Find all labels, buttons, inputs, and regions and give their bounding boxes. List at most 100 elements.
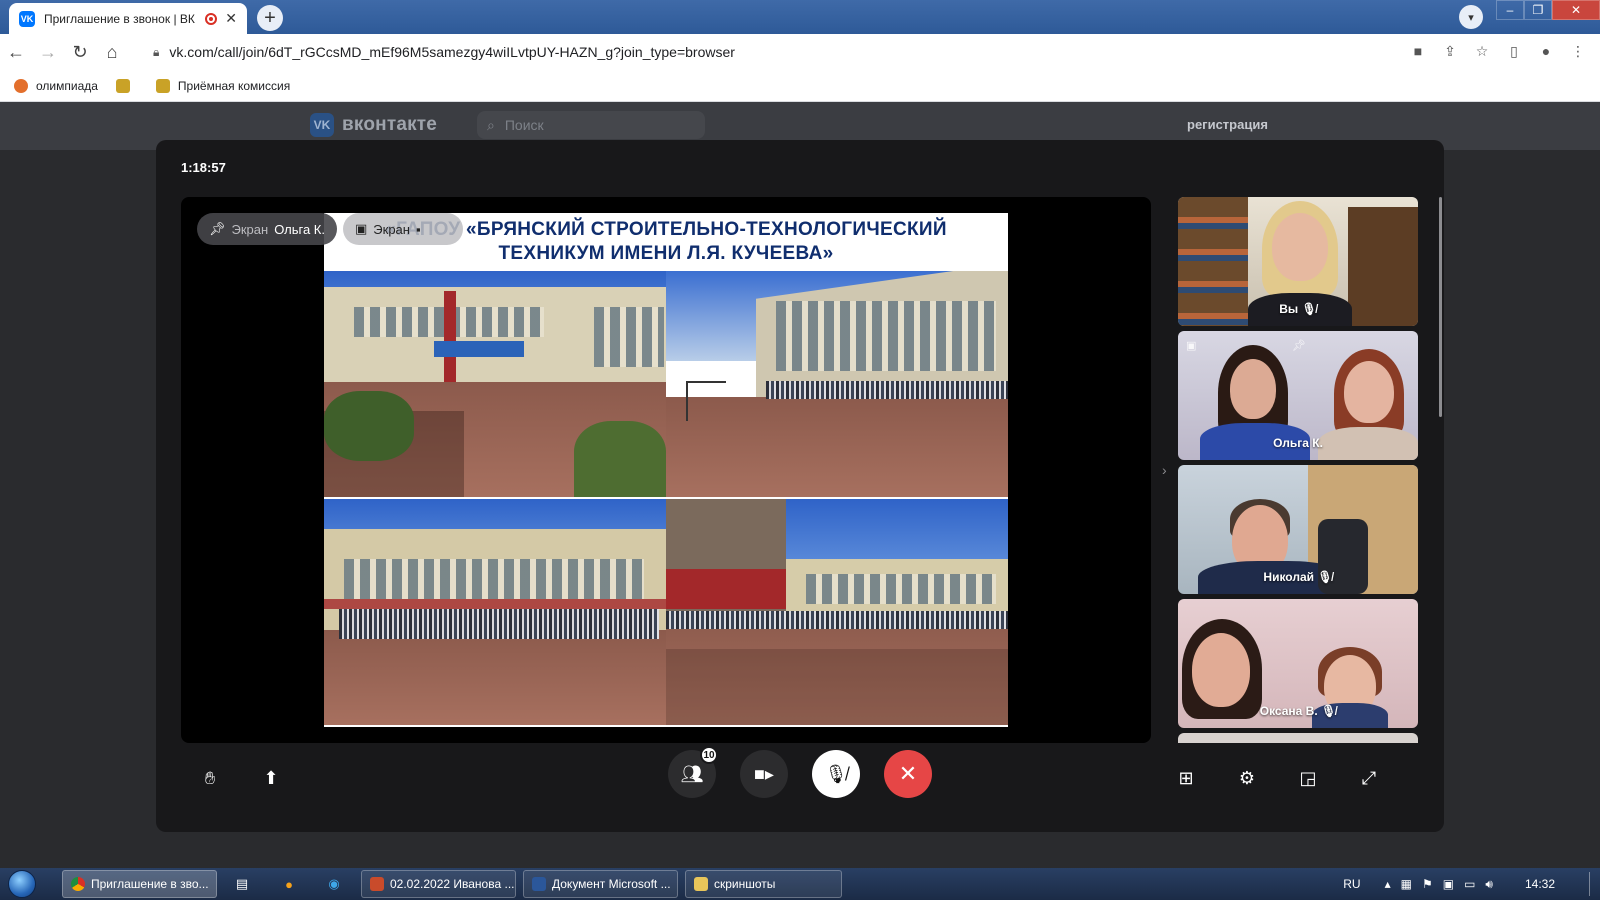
side-panel-icon[interactable]: ▯: [1502, 39, 1526, 63]
participants-scrollbar[interactable]: [1439, 197, 1442, 417]
video-camera-icon: ■▸: [754, 763, 774, 784]
new-tab-button[interactable]: +: [257, 5, 283, 31]
tray-device-icon[interactable]: ▣: [1443, 877, 1454, 891]
browser-tab[interactable]: VK Приглашение в звонок | ВК ✕: [9, 3, 247, 34]
home-button[interactable]: ⌂: [96, 36, 128, 68]
recording-icon: [205, 12, 218, 25]
vk-logo-icon: VK: [310, 113, 334, 137]
tab-title: Приглашение в звонок | ВК: [44, 11, 195, 26]
taskbar-item-powerpoint[interactable]: 02.02.2022 Иванова ...: [361, 870, 516, 898]
volume-icon[interactable]: 🔊︎: [1485, 877, 1493, 892]
upload-icon: ⬆︎: [263, 767, 279, 788]
participant-name: Ольга К.: [1273, 436, 1323, 450]
tray-expand-icon[interactable]: ▴: [1385, 877, 1391, 891]
mic-off-icon: 🎙︎̸: [1317, 570, 1333, 584]
people-icon: 👥︎: [680, 763, 704, 784]
lock-icon: 🔒︎: [153, 44, 160, 59]
hand-icon: ✋︎: [204, 767, 216, 788]
show-desktop-button[interactable]: [1589, 872, 1590, 896]
tray-app-icon[interactable]: ▦: [1401, 877, 1412, 891]
forward-button[interactable]: →: [32, 36, 64, 68]
camera-toggle-button[interactable]: ■▸: [740, 750, 788, 798]
taskbar-app-icon[interactable]: ▤: [232, 874, 252, 894]
screen-owner-chip[interactable]: 📌︎ Экран Ольга К.: [197, 213, 337, 245]
picture-in-picture-icon: ◲: [1299, 767, 1317, 788]
browser-titlebar: VK Приглашение в звонок | ВК ✕ + ▾ – ❐ ✕: [0, 0, 1600, 34]
start-button[interactable]: [0, 868, 44, 900]
toolbar-icons: ■ ⇪ ☆ ▯ ● ⋮: [1406, 39, 1590, 63]
gear-icon: ⚙︎: [1238, 767, 1256, 788]
taskbar-item-word[interactable]: Документ Microsoft ...: [523, 870, 678, 898]
fullscreen-button[interactable]: ⤢: [1345, 754, 1393, 802]
browser-toolbar: ← → ↻ ⌂ 🔒︎ vk.com/call/join/6dT_rGCcsMD_…: [0, 34, 1600, 70]
participant-tile[interactable]: Оксана В. 🎙︎̸: [1178, 599, 1418, 728]
window-controls: – ❐ ✕: [1496, 0, 1600, 20]
participant-tile[interactable]: ▣ 📌︎ Ольга К.: [1178, 331, 1418, 460]
share-icon[interactable]: ⇪: [1438, 39, 1462, 63]
emblem-icon: [115, 78, 130, 93]
screen-share-chip[interactable]: ▣ Экран ▪: [343, 213, 463, 245]
tab-close-icon[interactable]: ✕: [225, 10, 237, 27]
bookmark-olympiad[interactable]: олимпиада: [14, 78, 98, 93]
grid-layout-button[interactable]: ⊞: [1162, 754, 1210, 802]
screen-chip-prefix: Экран: [231, 221, 269, 237]
chrome-icon: [71, 877, 85, 891]
word-icon: [532, 877, 546, 891]
back-button[interactable]: ←: [0, 36, 32, 68]
taskbar-item-folder[interactable]: скриншоты: [685, 870, 842, 898]
taskbar-item-chrome[interactable]: Приглашение в зво...: [62, 870, 217, 898]
call-timer: 1:18:57: [181, 160, 226, 175]
settings-button[interactable]: ⚙︎: [1223, 754, 1271, 802]
bookmarks-bar: олимпиада Приёмная комиссия: [0, 70, 1600, 102]
system-tray: RU ▴ ▦ ⚑ ▣ ▭ 🔊︎ 14:32: [1343, 868, 1590, 900]
edge-icon[interactable]: ◉: [324, 874, 344, 894]
grid-icon: ⊞: [1178, 767, 1194, 788]
bookmark-star-icon[interactable]: ☆: [1470, 39, 1494, 63]
screen-share-icon: ▣: [1186, 340, 1197, 352]
search-placeholder: Поиск: [504, 117, 544, 133]
microphone-toggle-button[interactable]: 🎙︎̸: [812, 750, 860, 798]
vk-logo[interactable]: VK вконтакте: [310, 113, 437, 137]
tab-search-button[interactable]: ▾: [1459, 5, 1483, 29]
language-indicator[interactable]: RU: [1343, 877, 1360, 891]
windows-orb-icon: [8, 870, 36, 898]
vk-favicon-icon: VK: [19, 10, 35, 27]
slide-photo: [666, 271, 1008, 497]
menu-kebab-icon[interactable]: ⋮: [1566, 39, 1590, 63]
participant-name: Оксана В. 🎙︎̸: [1259, 704, 1337, 718]
vk-search-input[interactable]: ⌕ Поиск: [477, 111, 705, 139]
profile-avatar-icon[interactable]: ●: [1534, 39, 1558, 63]
participants-button[interactable]: 👥︎ 10: [668, 746, 718, 798]
end-call-button[interactable]: ✕: [884, 750, 932, 798]
powerpoint-icon: [370, 877, 384, 891]
participant-tile[interactable]: Николай 🎙︎̸: [1178, 465, 1418, 594]
minimize-icon[interactable]: –: [1496, 0, 1524, 20]
address-bar[interactable]: 🔒︎ vk.com/call/join/6dT_rGCcsMD_mEf96M5s…: [145, 37, 1413, 67]
reload-button[interactable]: ↻: [64, 36, 96, 68]
camera-icon: ▪: [415, 221, 421, 237]
screen-share-stage[interactable]: «ГАПОУ «БРЯНСКИЙ СТРОИТЕЛЬНО-ТЕХНОЛОГИЧЕ…: [181, 197, 1151, 743]
maximize-icon[interactable]: ❐: [1524, 0, 1552, 20]
register-link[interactable]: регистрация: [1187, 117, 1268, 132]
bookmark-emblem[interactable]: [115, 78, 138, 93]
window-close-icon[interactable]: ✕: [1552, 0, 1600, 20]
participants-list: Вы 🎙︎̸ ▣ 📌︎ Ольга К. Николай 🎙︎̸ Оксана …: [1178, 197, 1418, 743]
media-player-icon[interactable]: ●: [279, 874, 299, 894]
windows-taskbar: Приглашение в зво... ▤ ● ◉ 02.02.2022 Ив…: [0, 868, 1600, 900]
flag-icon[interactable]: ⚑: [1422, 877, 1433, 891]
network-icon[interactable]: ▭: [1464, 877, 1475, 891]
mic-off-icon: 🎙︎̸: [1321, 704, 1337, 718]
chevron-right-icon[interactable]: ›: [1162, 462, 1167, 478]
screen-share-icon: ▣: [355, 221, 368, 236]
camera-permission-icon[interactable]: ■: [1406, 39, 1430, 63]
url-text: vk.com/call/join/6dT_rGCcsMD_mEf96M5same…: [169, 44, 735, 60]
close-icon: ✕: [898, 761, 918, 786]
participant-name: Вы 🎙︎̸: [1279, 302, 1317, 316]
raise-hand-button[interactable]: ✋︎: [186, 754, 234, 802]
participant-tile[interactable]: Вы 🎙︎̸: [1178, 197, 1418, 326]
share-screen-button[interactable]: ⬆︎: [247, 754, 295, 802]
bookmark-admissions[interactable]: Приёмная комиссия: [155, 78, 290, 93]
participant-tile[interactable]: [1178, 733, 1418, 743]
minimize-call-button[interactable]: ◲: [1284, 754, 1332, 802]
clock[interactable]: 14:32: [1525, 877, 1555, 891]
